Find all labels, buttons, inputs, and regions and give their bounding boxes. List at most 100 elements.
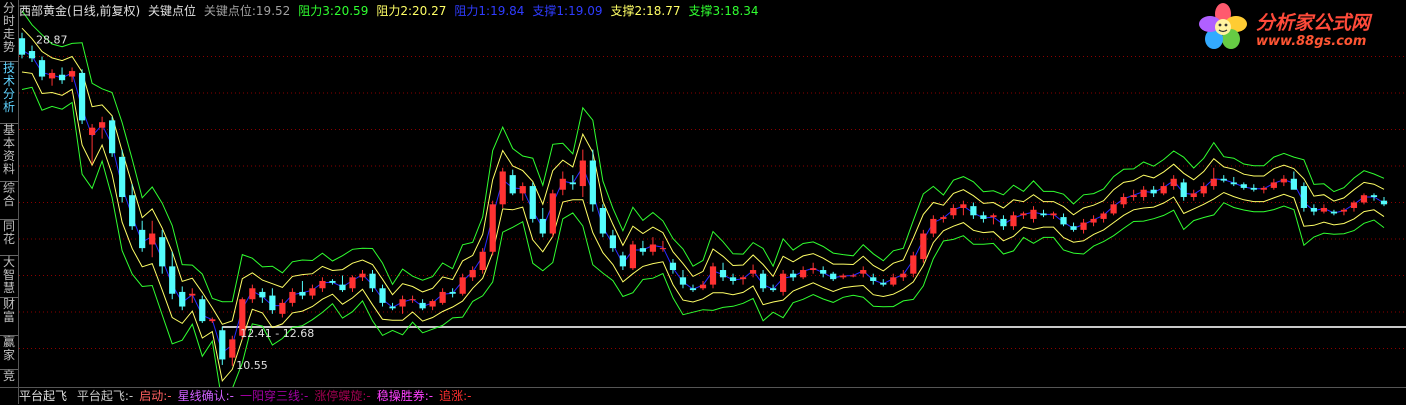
candle	[1310, 204, 1318, 216]
footer-indicator-title[interactable]: 平台起飞	[19, 389, 67, 403]
candle-body	[960, 204, 967, 208]
candle-body	[1050, 213, 1057, 216]
candle-body	[259, 291, 266, 298]
candle-body	[1300, 186, 1307, 208]
candle	[109, 116, 116, 157]
candle-body	[880, 282, 887, 285]
sidebar-tab-6[interactable]: 财富	[0, 298, 18, 336]
candle	[189, 288, 196, 303]
candle	[810, 262, 817, 274]
candle	[119, 149, 126, 203]
candle	[830, 271, 837, 281]
candle-body	[1010, 215, 1017, 227]
candle	[950, 204, 957, 219]
candle	[1020, 211, 1027, 219]
candle	[48, 69, 56, 86]
footer-value-5: 稳操胜券:-	[376, 389, 434, 403]
sidebar-tab-3[interactable]: 综合	[0, 182, 18, 220]
candle-body	[19, 38, 26, 55]
candle-body	[910, 255, 917, 274]
header-value-label: 阻力3:	[298, 4, 334, 18]
candle	[459, 273, 466, 296]
sidebar-tab-0[interactable]: 分时走势	[0, 2, 18, 62]
candle	[820, 266, 827, 278]
low-price-label: 10.55	[236, 359, 268, 372]
candle-body	[109, 120, 116, 154]
footer-indicator-values: 平台起飞:- 启动:- 星线确认:- 一阳穿三线:- 涨停蝶旋:- 稳操胜券:- 追涨:-	[77, 389, 478, 403]
candle-body	[389, 306, 396, 309]
header-value-label: 阻力1:	[454, 4, 491, 18]
candle	[199, 295, 206, 323]
candle	[1130, 189, 1137, 201]
sidebar-tab-1[interactable]: 技术分析	[0, 62, 18, 124]
candle-body	[769, 288, 777, 291]
footer-value-1: 启动:-	[139, 389, 172, 403]
candle-body	[1040, 213, 1047, 216]
range-price-label: 12.41 - 12.68	[240, 327, 314, 340]
candle-body	[1060, 217, 1067, 225]
candle	[1120, 193, 1127, 208]
candle-body	[519, 186, 526, 194]
candle-body	[800, 270, 807, 278]
candle-body	[729, 277, 737, 281]
candle-body	[1340, 209, 1348, 212]
candle-body	[129, 195, 136, 227]
stock-name[interactable]: 西部黄金	[19, 4, 67, 18]
header-value-label: 关键点位:	[203, 4, 256, 18]
candle	[1150, 186, 1157, 198]
candles	[19, 32, 1388, 366]
sidebar-tab-5[interactable]: 大智慧	[0, 256, 18, 298]
candle-body	[820, 270, 827, 274]
candle-body	[1130, 195, 1137, 198]
candle-body	[179, 291, 186, 307]
candle-body	[619, 255, 626, 267]
candle-body	[299, 291, 306, 296]
sidebar-tab-2[interactable]: 基本资料	[0, 124, 18, 182]
candle-body	[739, 277, 747, 280]
candle	[449, 288, 456, 298]
candle	[279, 299, 286, 318]
candle-body	[209, 319, 216, 322]
candle-body	[669, 262, 677, 271]
candle-body	[659, 248, 667, 250]
logo-brand-text: 分析家公式网	[1256, 12, 1371, 34]
sidebar-tab-8[interactable]: 竞	[0, 370, 18, 388]
candle-body	[279, 302, 286, 314]
candle	[1200, 182, 1207, 198]
candle-body	[920, 233, 927, 260]
candle	[800, 266, 807, 280]
candle	[579, 149, 586, 198]
header-value-6: 支撑3:18.34	[689, 4, 763, 18]
candle	[1330, 209, 1338, 216]
candle-body	[679, 277, 687, 285]
candle	[38, 56, 46, 81]
candle-body	[1370, 195, 1378, 198]
candle	[1320, 204, 1328, 214]
candle	[589, 149, 596, 212]
candlestick-chart: 28.87 12.41 - 12.68 10.55	[19, 10, 1406, 387]
logo-url-text[interactable]: www.88gs.com	[1256, 34, 1366, 49]
sidebar-tab-7[interactable]: 赢家	[0, 336, 18, 370]
indicator-values: 关键点位:19.52 阻力3:20.59 阻力2:20.27 阻力1:19.84 支撑1…	[204, 4, 767, 18]
candle	[910, 251, 917, 278]
candle-body	[850, 275, 857, 277]
candle	[219, 326, 226, 365]
candle	[1060, 213, 1067, 227]
candle	[269, 288, 276, 314]
candle-body	[609, 235, 616, 249]
candle-body	[649, 244, 657, 252]
candle-body	[1330, 211, 1338, 214]
candle-body	[1320, 207, 1328, 212]
candle	[1080, 218, 1087, 234]
candle	[1250, 184, 1257, 192]
header-value-label: 支撑1:	[532, 4, 569, 18]
period-label[interactable]: (日线,前复权)	[67, 4, 140, 18]
header-value-number: 18.34	[724, 4, 759, 18]
candle-body	[399, 299, 406, 307]
candle-body	[99, 122, 106, 128]
candle	[639, 240, 647, 256]
candle-body	[1110, 204, 1117, 214]
candle-body	[349, 277, 356, 289]
sidebar-tab-4[interactable]: 同花	[0, 220, 18, 256]
candle	[860, 266, 867, 278]
